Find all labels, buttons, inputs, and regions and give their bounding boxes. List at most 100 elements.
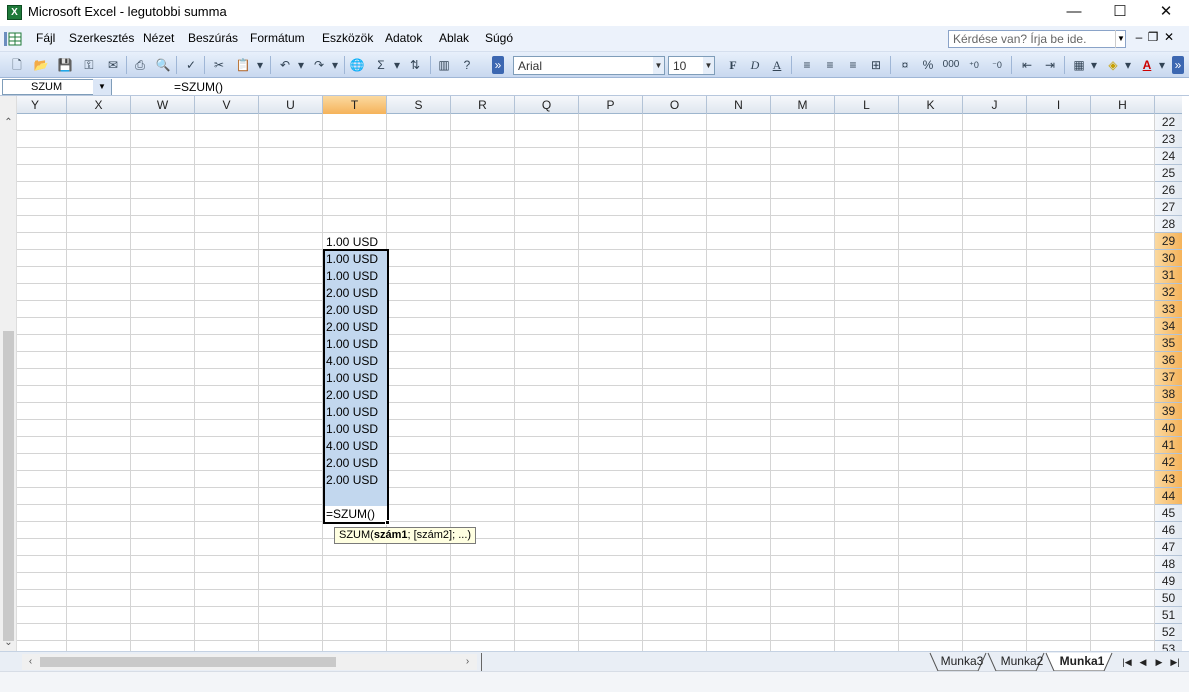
column-header-r[interactable]: R (451, 96, 515, 114)
redo-icon[interactable]: ↷ (310, 56, 328, 74)
row-header-34[interactable]: 34 (1155, 318, 1182, 335)
column-header-s[interactable]: S (387, 96, 451, 114)
hyperlink-icon[interactable]: 🌐 (348, 56, 366, 74)
column-header-l[interactable]: L (835, 96, 899, 114)
increase-indent-icon[interactable]: ⇥ (1041, 56, 1059, 74)
borders-icon[interactable]: ▦ (1070, 56, 1088, 74)
row-header-47[interactable]: 47 (1155, 539, 1182, 556)
italic-icon[interactable]: D (746, 56, 764, 74)
menu-format[interactable]: Formátum (250, 31, 305, 45)
row-header-37[interactable]: 37 (1155, 369, 1182, 386)
increase-decimal-icon[interactable]: ⁺0 (965, 56, 983, 74)
doc-minimize-icon[interactable]: – (1132, 30, 1146, 44)
ask-question-input[interactable]: Kérdése van? Írja be ide. (948, 30, 1126, 48)
column-header-i[interactable]: I (1027, 96, 1091, 114)
align-center-icon[interactable]: ≡ (821, 56, 839, 74)
cut-icon[interactable]: ✂ (210, 56, 228, 74)
row-header-40[interactable]: 40 (1155, 420, 1182, 437)
help-icon[interactable]: ? (458, 56, 476, 74)
row-header-51[interactable]: 51 (1155, 607, 1182, 624)
row-header-53[interactable]: 53 (1155, 641, 1182, 651)
row-header-45[interactable]: 45 (1155, 505, 1182, 522)
horizontal-scrollbar[interactable]: ‹ › (22, 654, 477, 670)
column-header-p[interactable]: P (579, 96, 643, 114)
row-header-39[interactable]: 39 (1155, 403, 1182, 420)
column-header-j[interactable]: J (963, 96, 1027, 114)
fill-color-dropdown-icon[interactable]: ▾ (1123, 56, 1133, 74)
menu-data[interactable]: Adatok (385, 31, 422, 45)
row-header-28[interactable]: 28 (1155, 216, 1182, 233)
first-sheet-icon[interactable]: |◀ (1120, 654, 1134, 670)
row-header-44[interactable]: 44 (1155, 488, 1182, 505)
redo-dropdown-icon[interactable]: ▾ (330, 56, 340, 74)
menu-view[interactable]: Nézet (143, 31, 174, 45)
menu-edit[interactable]: Szerkesztés (69, 31, 134, 45)
thousands-icon[interactable]: 000 (942, 56, 960, 74)
tab-split-handle[interactable] (481, 653, 482, 671)
sheet-tab-munka3[interactable]: Munka3 (938, 653, 986, 670)
font-color-dropdown-icon[interactable]: ▾ (1157, 56, 1167, 74)
row-header-50[interactable]: 50 (1155, 590, 1182, 607)
chart-wizard-icon[interactable]: ▥ (435, 56, 453, 74)
column-header-t[interactable]: T (323, 96, 387, 114)
bold-icon[interactable]: F (724, 56, 742, 74)
undo-dropdown-icon[interactable]: ▾ (296, 56, 306, 74)
column-header-u[interactable]: U (259, 96, 323, 114)
row-header-49[interactable]: 49 (1155, 573, 1182, 590)
font-size-combo[interactable]: 10 ▼ (668, 56, 715, 75)
toolbar-options-icon[interactable]: » (492, 56, 504, 74)
row-header-23[interactable]: 23 (1155, 131, 1182, 148)
sort-icon[interactable]: ⇅ (406, 56, 424, 74)
decrease-decimal-icon[interactable]: ⁻0 (988, 56, 1006, 74)
last-sheet-icon[interactable]: ▶| (1168, 654, 1182, 670)
save-icon[interactable]: 💾 (56, 56, 74, 74)
doc-restore-icon[interactable]: ❐ (1146, 30, 1160, 44)
merge-center-icon[interactable]: ⊞ (867, 56, 885, 74)
row-header-38[interactable]: 38 (1155, 386, 1182, 403)
autosum-dropdown-icon[interactable]: ▾ (392, 56, 402, 74)
row-header-42[interactable]: 42 (1155, 454, 1182, 471)
name-box-dropdown-icon[interactable]: ▼ (93, 79, 111, 95)
open-icon[interactable]: 📂 (32, 56, 50, 74)
vertical-scroll-thumb[interactable] (3, 331, 14, 641)
borders-dropdown-icon[interactable]: ▾ (1089, 56, 1099, 74)
underline-icon[interactable]: A (768, 56, 786, 74)
row-header-32[interactable]: 32 (1155, 284, 1182, 301)
paste-icon[interactable]: 📋 (234, 56, 252, 74)
formula-input[interactable]: =SZUM() (174, 80, 223, 94)
new-icon[interactable]: 🗋 (8, 56, 26, 74)
menu-insert[interactable]: Beszúrás (188, 31, 238, 45)
row-header-22[interactable]: 22 (1155, 114, 1182, 131)
row-header-27[interactable]: 27 (1155, 199, 1182, 216)
column-header-h[interactable]: H (1091, 96, 1155, 114)
row-header-29[interactable]: 29 (1155, 233, 1182, 250)
row-header-26[interactable]: 26 (1155, 182, 1182, 199)
maximize-button[interactable]: ☐ (1097, 0, 1143, 26)
column-header-w[interactable]: W (131, 96, 195, 114)
prev-sheet-icon[interactable]: ◀ (1136, 654, 1150, 670)
paste-dropdown-icon[interactable]: ▾ (255, 56, 265, 74)
autosum-icon[interactable]: Σ (372, 56, 390, 74)
fill-handle[interactable] (385, 520, 390, 525)
undo-icon[interactable]: ↶ (276, 56, 294, 74)
scroll-up-icon[interactable]: ⌃ (0, 114, 17, 131)
minimize-button[interactable]: — (1051, 0, 1097, 26)
next-sheet-icon[interactable]: ▶ (1152, 654, 1166, 670)
font-color-icon[interactable]: A (1138, 56, 1156, 74)
font-dropdown-icon[interactable]: ▼ (653, 57, 664, 74)
row-header-33[interactable]: 33 (1155, 301, 1182, 318)
ask-dropdown-icon[interactable]: ▼ (1115, 30, 1126, 48)
row-header-25[interactable]: 25 (1155, 165, 1182, 182)
row-header-24[interactable]: 24 (1155, 148, 1182, 165)
spelling-icon[interactable]: ✓ (182, 56, 200, 74)
font-name-combo[interactable]: Arial ▼ (513, 56, 665, 75)
permission-icon[interactable]: ⚿ (80, 56, 98, 74)
scroll-left-icon[interactable]: ‹ (22, 654, 39, 670)
menu-file[interactable]: Fájl (36, 31, 55, 45)
decrease-indent-icon[interactable]: ⇤ (1018, 56, 1036, 74)
column-header-v[interactable]: V (195, 96, 259, 114)
row-header-48[interactable]: 48 (1155, 556, 1182, 573)
horizontal-scroll-thumb[interactable] (40, 657, 336, 667)
excel-app-icon[interactable]: X (7, 5, 22, 20)
currency-icon[interactable]: ¤ (896, 56, 914, 74)
